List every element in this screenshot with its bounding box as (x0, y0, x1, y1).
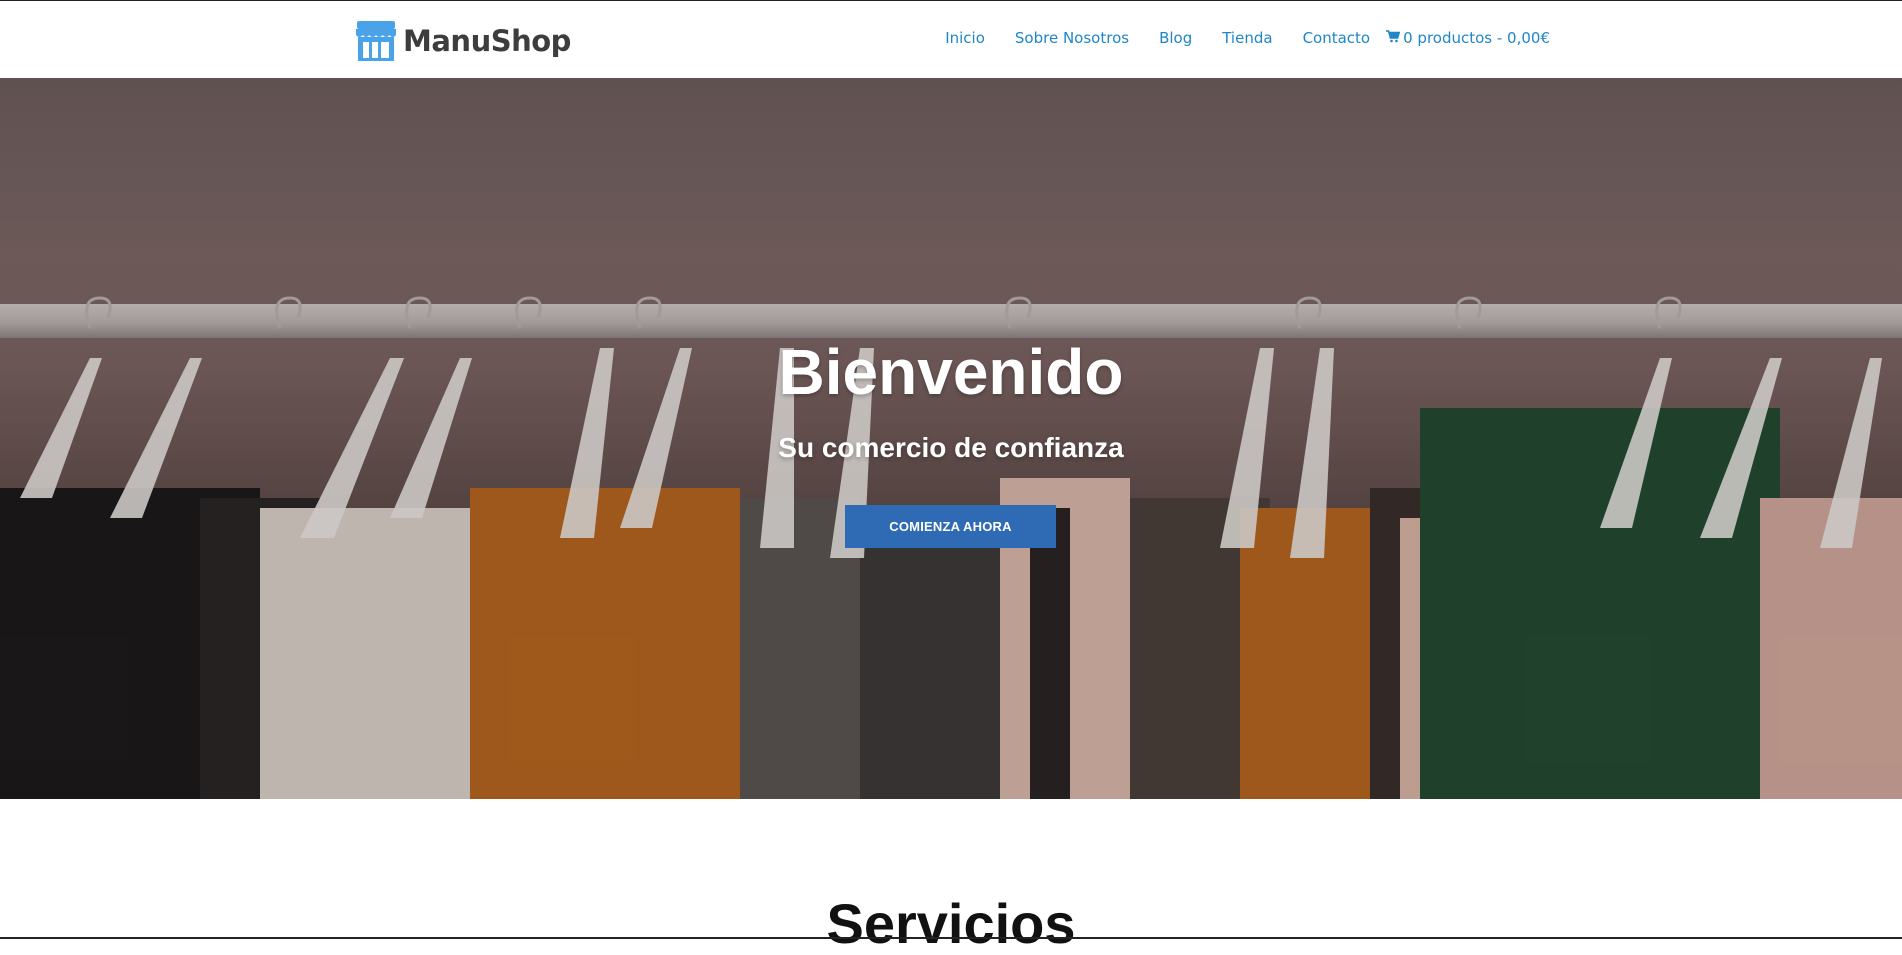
start-now-button[interactable]: COMIENZA AHORA (845, 505, 1056, 548)
cart-link[interactable]: 0 productos - 0,00€ (1386, 29, 1550, 47)
store-icon (355, 19, 397, 63)
services-heading: Servicios (826, 892, 1076, 955)
nav-inicio[interactable]: Inicio (945, 29, 985, 47)
cart-icon (1386, 29, 1401, 47)
hero-banner: Bienvenido Su comercio de confianza COMI… (0, 78, 1902, 799)
nav-contacto[interactable]: Contacto (1303, 29, 1371, 47)
nav-tienda[interactable]: Tienda (1222, 29, 1272, 47)
main-nav: Inicio Sobre Nosotros Blog Tienda Contac… (945, 29, 1550, 47)
brand-name: ManuShop (403, 24, 571, 58)
hero-subtitle: Su comercio de confianza (778, 432, 1124, 463)
site-header: ManuShop Inicio Sobre Nosotros Blog Tien… (0, 2, 1902, 78)
cart-summary: 0 productos - 0,00€ (1403, 29, 1550, 47)
hero-title: Bienvenido (778, 336, 1124, 408)
logo-link[interactable]: ManuShop (355, 18, 571, 64)
nav-blog[interactable]: Blog (1159, 29, 1192, 47)
nav-sobre-nosotros[interactable]: Sobre Nosotros (1015, 29, 1129, 47)
